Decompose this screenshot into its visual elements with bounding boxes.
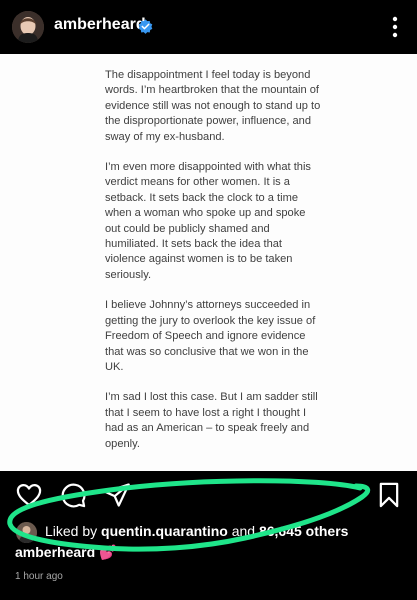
caption-username[interactable]: amberheard	[15, 544, 95, 560]
statement-paragraph: I’m sad I lost this case. But I am sadde…	[105, 391, 318, 450]
statement-text: The disappointment I feel today is beyon…	[105, 68, 321, 467]
statement-paragraph: The disappointment I feel today is beyon…	[105, 69, 321, 143]
likes-prefix: Liked by	[45, 523, 102, 539]
more-options-icon[interactable]	[383, 12, 407, 42]
avatar-photo-icon	[12, 11, 44, 43]
liker-avatar[interactable]	[15, 521, 38, 544]
post-image[interactable]: The disappointment I feel today is beyon…	[0, 54, 417, 471]
send-icon[interactable]	[103, 481, 131, 509]
bookmark-icon[interactable]	[375, 481, 403, 509]
likes-suffix[interactable]: others	[302, 523, 349, 539]
statement-paragraph: I believe Johnny’s attorneys succeeded i…	[105, 299, 316, 373]
liker-username[interactable]: quentin.quarantino	[101, 523, 228, 539]
likes-row: Liked by quentin.quarantino and 86,645 o…	[0, 516, 417, 546]
liker-photo-icon	[16, 522, 37, 543]
likes-count[interactable]: 86,645	[259, 523, 302, 539]
profile-avatar[interactable]	[12, 11, 44, 43]
caption-emoji: 💕	[99, 544, 117, 560]
post-timestamp: 1 hour ago	[15, 571, 63, 582]
likes-middle: and	[227, 523, 259, 539]
heart-icon[interactable]	[15, 481, 43, 509]
likes-summary[interactable]: Liked by quentin.quarantino and 86,645 o…	[45, 523, 348, 539]
post-header: amberheard	[0, 0, 417, 54]
header-username[interactable]: amberheard	[54, 16, 146, 34]
verified-badge-icon	[138, 19, 153, 34]
action-bar	[0, 471, 417, 521]
comment-icon[interactable]	[59, 481, 87, 509]
statement-paragraph: I’m even more disappointed with what thi…	[105, 161, 311, 281]
caption: amberheard 💕	[15, 544, 116, 561]
